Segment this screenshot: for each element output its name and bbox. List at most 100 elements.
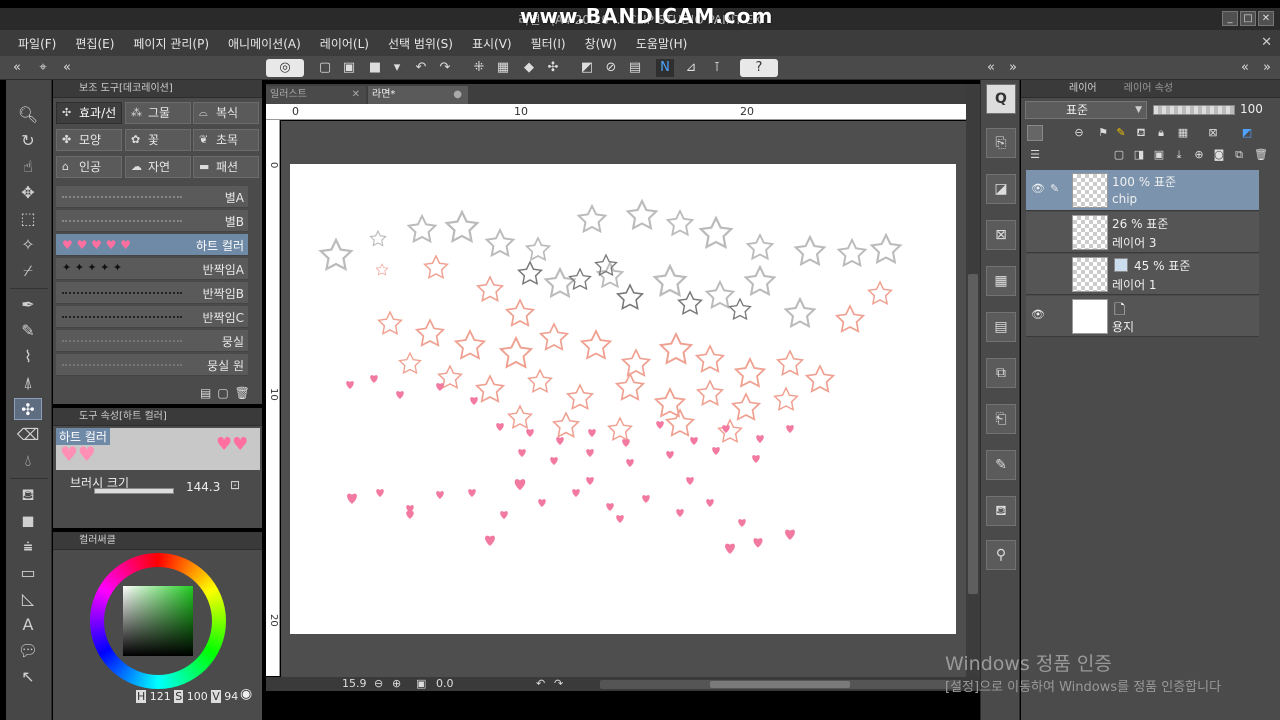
new-layer-icon[interactable]: ▢ [1111,147,1127,163]
menu-edit[interactable]: 편집(E) [75,35,114,52]
brush-icon[interactable]: ⊘ [602,59,620,77]
merge-layer-icon[interactable]: ⧉ [986,358,1016,388]
figure-layer-icon[interactable]: ⚲ [986,540,1016,570]
airbrush-tool-icon[interactable]: ⍋ [14,372,42,394]
pen-tool-icon[interactable]: ✒ [14,294,42,316]
layer-row-layer3[interactable]: 26 % 표준 레이어 3 [1026,212,1259,253]
menu-filter[interactable]: 필터(I) [531,35,566,52]
eraser-tool-icon[interactable]: ◆ [520,59,538,77]
blend-mode-select[interactable]: 표준 ▼ [1025,101,1147,119]
layer-mask-icon[interactable]: ⊠ [986,220,1016,250]
visibility-eye-icon[interactable]: 👁︎ [1031,182,1045,195]
transparent-layer-icon[interactable]: ▦ [986,266,1016,296]
angle-value[interactable]: 0.0 [436,677,454,690]
menu-page[interactable]: 페이지 관리(P) [133,35,209,52]
group-nature-button[interactable]: ☁ 자연 [125,156,191,178]
save-icon[interactable]: ■ [366,59,384,77]
layer-row-chip[interactable]: 👁︎ ✎ 100 % 표준 chip [1026,170,1259,211]
fit-icon[interactable]: ▣ [416,677,426,690]
fill-icon[interactable]: ◩ [578,59,596,77]
fill-tool-icon[interactable]: ⛾ [14,484,42,506]
clip-studio-icon[interactable]: ◎ [266,59,304,77]
visibility-eye-icon[interactable]: 👁︎ [1031,308,1045,321]
tab-layer-property[interactable]: 레이어 속성 [1124,83,1173,94]
brush-tool-icon[interactable]: ⌇ [14,346,42,368]
pin-icon[interactable]: ⌖ [34,59,52,77]
close-doc-icon[interactable]: ✕ [1261,35,1272,50]
select-icon[interactable]: ▤ [626,59,644,77]
group-net-button[interactable]: ⁂ 그물 [125,102,191,124]
selection-tool-icon[interactable]: ⬚ [14,208,42,230]
auto-select-tool-icon[interactable]: ✧ [14,234,42,256]
snap-special-icon[interactable]: ⊿ [682,59,700,77]
move-layer-tool-icon[interactable]: ✥ [14,182,42,204]
dropdown-icon[interactable]: ▾ [388,59,406,77]
tab-ramen[interactable]: 라면* ● [368,86,468,104]
menu-animation[interactable]: 애니메이션(A) [228,35,301,52]
crop-icon[interactable]: ✣ [544,59,562,77]
decoration-tool-icon[interactable]: ✣ [14,398,42,420]
transform-icon[interactable]: ⁜ [470,59,488,77]
size-link-icon[interactable]: ⊡ [230,478,240,492]
new-vector-icon[interactable]: ◨ [1131,147,1147,163]
color-mode-icon[interactable]: ◉ [240,686,252,702]
delete-layer-icon[interactable]: 🗑︎ [1253,147,1269,163]
maximize-button[interactable]: □ [1240,11,1256,26]
brush-size-slider[interactable] [94,488,174,494]
correct-line-tool-icon[interactable]: ↖ [14,666,42,688]
brush-item-sparkle-b[interactable]: 반짝임B [56,282,248,304]
collapse-right2-icon[interactable]: » [1004,59,1022,77]
close-window-button[interactable]: ✕ [1258,11,1274,26]
brush-size-value[interactable]: 144.3 [186,480,220,494]
layer-row-paper[interactable]: 👁︎ 🗋︎ 용지 [1026,296,1259,337]
collapse-right-icon[interactable]: « [982,59,1000,77]
new-raster-layer-icon[interactable]: ⎘ [986,128,1016,158]
grid-icon[interactable]: ▦ [494,59,512,77]
copy-layer-icon[interactable]: ⎗ [986,404,1016,434]
collapse-layer-icon[interactable]: « [1236,59,1254,77]
zoom-in-icon[interactable]: ⊕ [392,677,401,690]
lock-icon[interactable]: 🔒︎ [1153,125,1169,141]
operation-tool-icon[interactable]: ☝ [14,156,42,178]
blend-tool-icon[interactable]: 💧︎ [14,450,42,472]
mask-toggle-icon[interactable]: ⊠ [1205,125,1221,141]
zoom-value[interactable]: 15.9 [342,677,367,690]
transfer-down-icon[interactable]: ⤓ [1171,147,1187,163]
menu-layer[interactable]: 레이어(L) [320,35,369,52]
menu-view[interactable]: 표시(V) [472,35,512,52]
open-file-icon[interactable]: ▣ [340,59,358,77]
group-flower-button[interactable]: ✿ 꽃 [125,129,191,151]
group-costume-button[interactable]: ⌓ 복식 [193,102,259,124]
reference-icon[interactable]: ⚑ [1095,125,1111,141]
saturation-value-square[interactable] [123,586,193,656]
group-artificial-button[interactable]: ⌂ 인공 [56,156,122,178]
menu-help[interactable]: 도움말(H) [636,35,688,52]
collapse-icon[interactable]: « [58,59,76,77]
zoom-tool-icon[interactable]: 🔍︎ [14,104,42,126]
menu-selection[interactable]: 선택 범위(S) [388,35,453,52]
search-layer-icon[interactable]: Q [986,84,1016,114]
brush-item-sparkle-c[interactable]: 반짝임C [56,306,248,328]
edit-layer-icon[interactable]: ✎ [986,450,1016,480]
text-tool-icon[interactable]: A [14,614,42,636]
group-plant-button[interactable]: ❦ 초목 [193,129,259,151]
paint-lock-icon[interactable]: ⛾ [1133,125,1149,141]
group-shape-button[interactable]: ✤ 모양 [56,129,122,151]
opacity-value[interactable]: 100 [1240,102,1263,116]
pencil-tool-icon[interactable]: ✎ [14,320,42,342]
brush-item-star-a[interactable]: 별A [56,186,248,208]
snap-grid-icon[interactable]: ⊺ [708,59,726,77]
minimize-button[interactable]: _ [1222,11,1238,26]
new-file-icon[interactable]: ▢ [316,59,334,77]
drawing-paper[interactable] [290,164,956,634]
new-folder-icon[interactable]: ▣ [1151,147,1167,163]
clip-icon[interactable]: ⊖ [1071,125,1087,141]
frame-layer-icon[interactable]: ▤ [986,312,1016,342]
mask-icon[interactable]: ◙ [1211,147,1227,163]
canvas-horizontal-scrollbar[interactable] [600,680,960,689]
eraser-icon[interactable]: ⌫ [14,424,42,446]
subtool-footer-icons[interactable]: ▤▢🗑︎ [200,386,256,400]
rotate-tool-icon[interactable]: ↻ [14,130,42,152]
rotate-left-icon[interactable]: ↶ [536,677,545,690]
balloon-tool-icon[interactable]: 💬︎ [14,640,42,662]
